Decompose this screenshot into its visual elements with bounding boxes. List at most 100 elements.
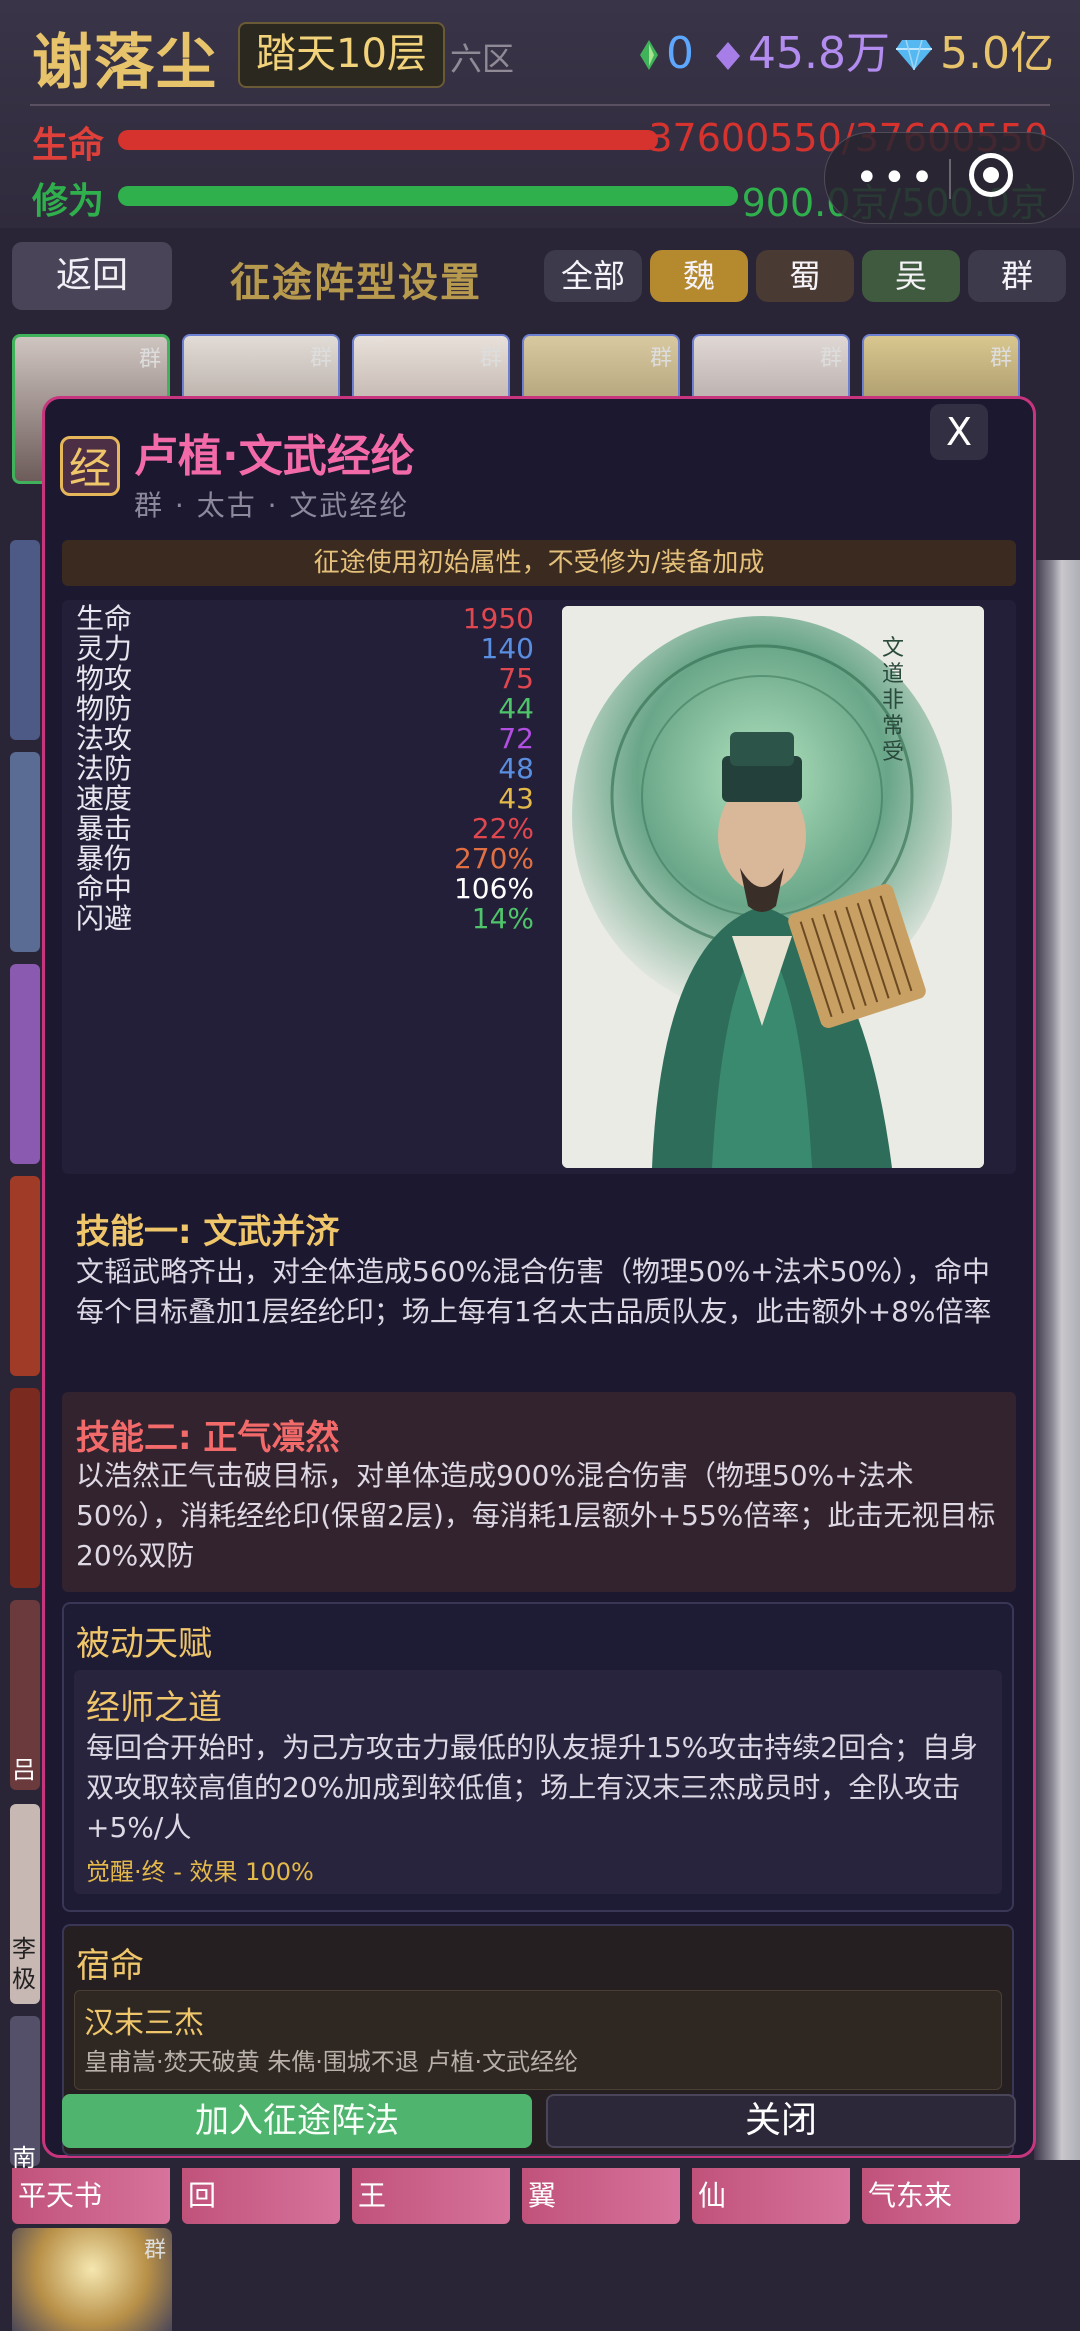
stat-value: 14% (471, 902, 534, 935)
passive-awaken-status: 觉醒·终 - 效果 100% (86, 1858, 314, 1886)
filter-tab-shu[interactable]: 蜀 (756, 250, 854, 302)
passive-description: 每回合开始时，为己方攻击力最低的队友提升15%攻击持续2回合；自身双攻取较高值的… (86, 1731, 979, 1844)
currency-purple: 45.8万 (716, 24, 890, 86)
hero-faction-tag: 群 (143, 2238, 166, 2263)
hero-card[interactable] (10, 964, 40, 1164)
hero-card[interactable] (10, 752, 40, 952)
hp-label: 生命 (32, 125, 105, 166)
stat-value: 106% (453, 872, 534, 905)
hero-faction-tag: 群 (989, 346, 1012, 371)
hero-faction-tag: 群 (649, 346, 672, 371)
stat-value: 43 (498, 782, 534, 815)
currency-blue: 5.0亿 (896, 24, 1054, 86)
skill2-description: 以浩然正气击破目标，对单体造成900%混合伤害（物理50%+法术50%），消耗经… (76, 1459, 996, 1572)
fate-name: 汉末三杰 (84, 2006, 204, 2041)
hero-subtitle: 群 · 太古 · 文武经纶 (134, 489, 410, 522)
stat-name: 物攻 (76, 662, 133, 695)
hero-faction-tag: 群 (138, 347, 161, 372)
hero-card[interactable]: 李极 (10, 1804, 40, 2004)
skill1-title: 技能一: 文武并济 (76, 1212, 340, 1252)
hero-card[interactable] (10, 1388, 40, 1588)
miniprogram-capsule[interactable]: ••• (824, 132, 1074, 224)
close-target-icon[interactable] (969, 153, 1013, 197)
hero-faction-tag: 群 (479, 346, 502, 371)
hero-name: 卢植·文武经纶 (134, 431, 415, 482)
skill2-title: 技能二: 正气凛然 (76, 1418, 340, 1458)
hero-card-label[interactable]: 仙 (692, 2168, 850, 2224)
stat-row: 法防 48 (76, 754, 534, 784)
stat-name: 生命 (76, 602, 133, 635)
stat-row: 暴伤 270% (76, 844, 534, 874)
stat-value: 22% (471, 812, 534, 845)
fate-members: 皇甫嵩·焚天破黄 朱儁·围城不退 卢植·文武经纶 (84, 2048, 579, 2076)
modal-close-button[interactable]: X (930, 404, 988, 460)
stat-name: 法防 (76, 752, 133, 785)
filter-tab-all[interactable]: 全部 (544, 250, 642, 302)
capsule-divider (949, 159, 951, 199)
hero-card[interactable]: 吕 (10, 1600, 40, 1790)
cultivation-bar-fill (118, 186, 738, 206)
stat-name: 物防 (76, 692, 133, 725)
hero-card[interactable] (10, 1176, 40, 1376)
stat-value: 270% (453, 842, 534, 875)
stat-row: 物攻 75 (76, 664, 534, 694)
player-name: 谢落尘 (32, 28, 218, 98)
skill1-description: 文韬武略齐出，对全体造成560%混合伤害（物理50%+法术50%），命中每个目标… (76, 1255, 992, 1328)
join-formation-button[interactable]: 加入征途阵法 (62, 2094, 532, 2148)
stat-value: 44 (498, 692, 534, 725)
stat-name: 闪避 (76, 902, 133, 935)
filter-tab-wu[interactable]: 吴 (862, 250, 960, 302)
hero-portrait-art (562, 606, 984, 1168)
stat-name: 速度 (76, 782, 133, 815)
stat-name: 法攻 (76, 722, 133, 755)
close-button[interactable]: 关闭 (546, 2094, 1016, 2148)
hero-portrait: 文道非常受 (562, 606, 984, 1168)
hero-faction-tag: 群 (819, 346, 842, 371)
expedition-notice: 征途使用初始属性，不受修为/装备加成 (62, 540, 1016, 586)
stat-name: 命中 (76, 872, 133, 905)
stat-row: 生命 1950 (76, 604, 534, 634)
hero-card-label[interactable]: 平天书 (12, 2168, 170, 2224)
hero-card[interactable]: 群 (12, 2228, 172, 2331)
hero-card-label[interactable]: 王 (352, 2168, 510, 2224)
passive-header: 被动天赋 (76, 1624, 212, 1664)
hero-card-label[interactable]: 回 (182, 2168, 340, 2224)
rank-badge: 踏天10层 (238, 22, 445, 88)
filter-tab-wei[interactable]: 魏 (650, 250, 748, 302)
hero-card-label[interactable]: 翼 (522, 2168, 680, 2224)
stat-name: 灵力 (76, 632, 133, 665)
stat-value: 72 (498, 722, 534, 755)
stat-row: 闪避 14% (76, 904, 534, 934)
stat-value: 1950 (462, 602, 534, 635)
hp-bar (118, 130, 658, 150)
currency-green: 0 (640, 24, 694, 86)
header-divider (30, 104, 1050, 106)
hp-bar-fill (118, 130, 658, 150)
stat-row: 灵力 140 (76, 634, 534, 664)
stat-row: 暴击 22% (76, 814, 534, 844)
page-title: 征途阵型设置 (230, 260, 482, 306)
portrait-calligraphy: 文道非常受 (882, 636, 905, 765)
currency-purple-value: 45.8万 (748, 28, 890, 79)
hero-card-label[interactable]: 气东来 (862, 2168, 1020, 2224)
fate-header: 宿命 (76, 1946, 144, 1986)
hero-card[interactable]: 南 (10, 2016, 40, 2172)
blue-diamond-icon (896, 26, 932, 86)
hero-card-label: 李极 (12, 1935, 36, 1993)
hero-card-label: 吕 (12, 1756, 36, 1784)
hero-card[interactable] (10, 540, 40, 740)
stat-row: 物防 44 (76, 694, 534, 724)
currency-green-value: 0 (666, 28, 694, 79)
hero-faction-tag: 群 (309, 346, 332, 371)
currency-blue-value: 5.0亿 (940, 28, 1054, 79)
back-button[interactable]: 返回 (12, 242, 172, 310)
stat-value: 75 (498, 662, 534, 695)
stat-value: 140 (480, 632, 534, 665)
filter-tab-qun[interactable]: 群 (968, 250, 1066, 302)
stat-value: 48 (498, 752, 534, 785)
ink-landscape-background (1034, 560, 1080, 2160)
zone-label: 六区 (450, 40, 515, 78)
stat-row: 法攻 72 (76, 724, 534, 754)
more-dots-icon[interactable]: ••• (855, 155, 938, 201)
status-bar: 谢落尘 踏天10层 六区 0 45.8万 5.0亿 生命 37600550/37… (0, 0, 1080, 228)
